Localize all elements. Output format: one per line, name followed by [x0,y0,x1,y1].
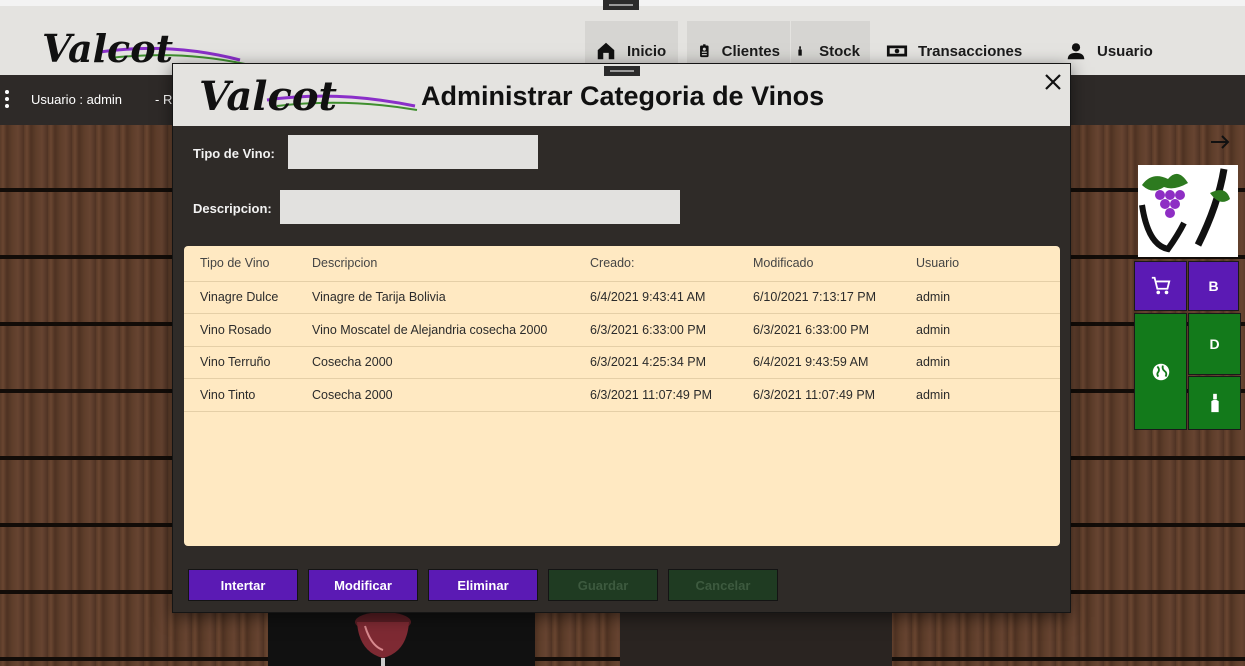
cart-icon [1151,276,1170,295]
wine-image [268,612,535,666]
svg-text:Valcot: Valcot [199,73,338,120]
nav-inicio-label: Inicio [627,42,667,60]
badge-icon [700,44,709,58]
table-cell: 6/4/2021 9:43:59 AM [737,346,900,379]
bottle-icon [798,46,802,56]
close-icon[interactable] [1043,72,1063,92]
table-cell: Vinagre de Tarija Bolivia [296,281,574,314]
kebab-menu-icon[interactable] [5,90,11,110]
current-role: - R [155,92,173,107]
svg-text:Valcot: Valcot [42,26,174,71]
tile-b[interactable]: B [1188,261,1239,311]
descripcion-label: Descripcion: [193,201,272,216]
column-header[interactable]: Creado: [574,246,737,282]
dialog-title: Administrar Categoria de Vinos [421,81,825,111]
insert-button[interactable]: Intertar [188,569,298,601]
nav-usuario[interactable]: Usuario [1055,21,1175,81]
column-header[interactable]: Usuario [900,246,1060,282]
table-cell: Cosecha 2000 [296,346,574,379]
wine-category-dialog: Valcot Administrar Categoria de Vinos Ti… [172,63,1071,613]
nav-clientes-label: Clientes [721,42,780,60]
table-cell: Vino Tinto [184,378,296,412]
bottle-icon [1210,393,1219,413]
tipo-vino-input[interactable] [288,135,538,169]
column-header[interactable]: Tipo de Vino [184,246,296,282]
table-cell: 6/4/2021 9:43:41 AM [574,281,737,314]
table-cell: admin [900,281,1060,314]
modify-button[interactable]: Modificar [308,569,418,601]
arrow-right-icon[interactable] [1208,130,1232,154]
nav-stock-label: Stock [819,42,860,60]
cancel-button: Cancelar [668,569,778,601]
table-cell: 6/3/2021 4:25:34 PM [574,346,737,379]
current-user: Usuario : admin [31,92,123,107]
content-panel [620,612,892,666]
grape-logo [1138,165,1238,257]
save-button: Guardar [548,569,658,601]
table-header-row: Tipo de Vino Descripcion Creado: Modific… [184,246,1060,282]
wine-category-table: Tipo de Vino Descripcion Creado: Modific… [184,246,1060,546]
table-row[interactable]: Vino Terruño Cosecha 2000 6/3/2021 4:25:… [184,346,1060,379]
table-row[interactable]: Vino Tinto Cosecha 2000 6/3/2021 11:07:4… [184,378,1060,412]
home-icon [597,42,615,60]
delete-button[interactable]: Eliminar [428,569,538,601]
tile-d[interactable]: D [1188,313,1241,375]
wine-glass-icon [355,612,411,666]
column-header[interactable]: Descripcion [296,246,574,282]
table-cell: 6/3/2021 11:07:49 PM [574,378,737,412]
cash-icon [886,45,908,57]
person-icon [1067,43,1085,60]
table-cell: admin [900,378,1060,412]
table-cell: Cosecha 2000 [296,378,574,412]
table-cell: 6/3/2021 6:33:00 PM [574,313,737,347]
table-cell: Vino Rosado [184,313,296,347]
tipo-vino-label: Tipo de Vino: [193,146,275,161]
table-cell: 6/3/2021 11:07:49 PM [737,378,900,412]
globe-icon [1152,363,1169,380]
cart-tile[interactable] [1134,261,1187,311]
valcot-logo: Valcot [199,73,418,120]
drag-handle[interactable] [603,0,639,10]
table-cell: 6/3/2021 6:33:00 PM [737,313,900,347]
table-cell: admin [900,346,1060,379]
table-row[interactable]: Vinagre Dulce Vinagre de Tarija Bolivia … [184,281,1060,314]
bottle-tile[interactable] [1188,376,1241,430]
table-cell: 6/10/2021 7:13:17 PM [737,281,900,314]
nav-transacciones-label: Transacciones [918,42,1023,60]
dialog-drag-handle[interactable] [604,66,640,76]
table-cell: Vino Terruño [184,346,296,379]
tile-b-label: B [1208,278,1219,294]
column-header[interactable]: Modificado [737,246,900,282]
globe-tile[interactable] [1134,313,1187,430]
table-cell: Vino Moscatel de Alejandria cosecha 2000 [296,313,574,347]
nav-usuario-label: Usuario [1097,42,1153,60]
table-row[interactable]: Vino Rosado Vino Moscatel de Alejandria … [184,313,1060,347]
descripcion-input[interactable] [280,190,680,224]
table-cell: admin [900,313,1060,347]
table-cell: Vinagre Dulce [184,281,296,314]
tile-d-label: D [1209,336,1220,352]
